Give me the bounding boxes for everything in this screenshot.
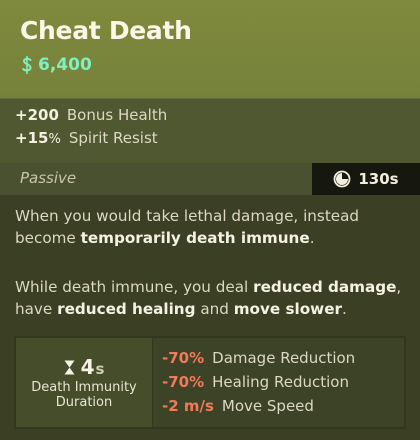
stat-label: Spirit Resist	[68, 129, 158, 147]
cooldown-timer-icon	[333, 170, 351, 188]
tooltip-header	[0, 0, 420, 98]
effect-healing-reduction: -70% Healing Reduction	[162, 373, 349, 391]
effect-move-speed: -2 m/s Move Speed	[162, 397, 314, 415]
stat-value: +15%	[15, 129, 61, 147]
stat-bonus-health: +200 Bonus Health	[15, 106, 167, 124]
item-title: Cheat Death	[20, 16, 192, 45]
item-tooltip: Cheat Death 6,400 +200 Bonus Health +15%…	[0, 0, 420, 440]
item-cost: 6,400	[20, 55, 92, 75]
stat-label: Bonus Health	[66, 106, 168, 124]
immunity-duration-label: Death Immunity Duration	[31, 380, 137, 410]
cost-value: 6,400	[38, 55, 92, 75]
effect-damage-reduction: -70% Damage Reduction	[162, 349, 355, 367]
immunity-duration-value: 4s	[16, 355, 152, 379]
cooldown-badge: 130s	[312, 163, 420, 195]
souls-icon	[22, 56, 32, 74]
stat-value: +200	[15, 106, 59, 124]
effect-label: Move Speed	[221, 397, 314, 415]
stat-spirit-resist: +15% Spirit Resist	[15, 129, 158, 147]
effect-value: -70%	[162, 349, 205, 367]
effect-label: Damage Reduction	[212, 349, 356, 367]
effect-value: -70%	[162, 373, 205, 391]
effect-label: Healing Reduction	[212, 373, 349, 391]
passive-label: Passive	[20, 169, 77, 187]
description-paragraph-1: When you would take lethal damage, inste…	[15, 207, 360, 247]
effect-value: -2 m/s	[162, 397, 214, 415]
cooldown-value: 130s	[358, 170, 399, 188]
hourglass-icon	[64, 360, 75, 374]
description-paragraph-2: While death immune, you deal reduced dam…	[15, 278, 402, 318]
